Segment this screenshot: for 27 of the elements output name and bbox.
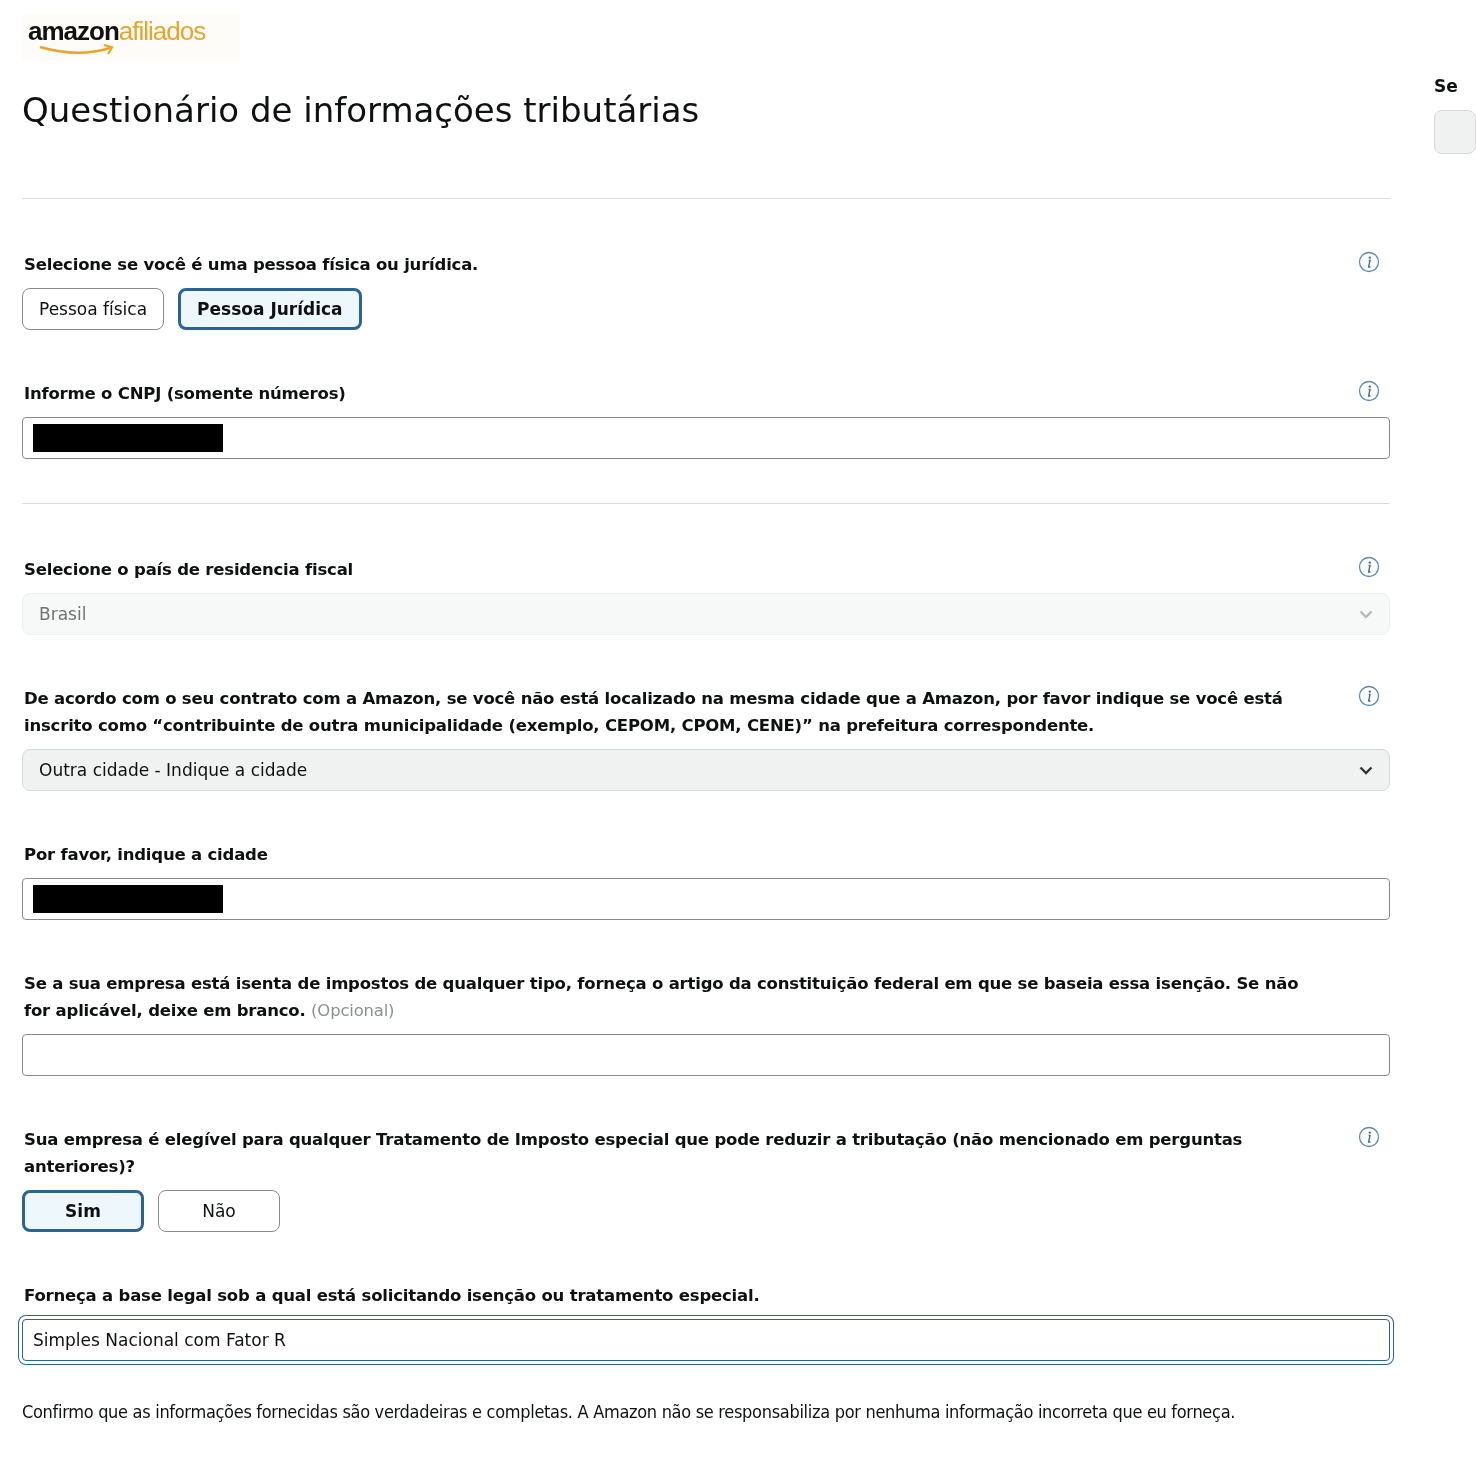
question-label: Informe o CNPJ (somente números) xyxy=(24,383,346,405)
confirmation-text: Confirmo que as informações fornecidas são verdadeiras e completas. A Amazon não se responsabiliza por nenhuma informação incorreta que eu forneça. xyxy=(22,1401,1237,1422)
side-field[interactable] xyxy=(1434,110,1476,154)
info-icon[interactable] xyxy=(1358,1126,1380,1148)
input-field[interactable] xyxy=(22,417,1390,459)
logo: amazonafiliados xyxy=(22,14,240,60)
input-field[interactable] xyxy=(22,1034,1390,1076)
question-label: Selecione o país de residencia fiscal xyxy=(24,559,354,581)
option-button[interactable]: Não xyxy=(158,1190,280,1232)
question-label: Selecione se você é uma pessoa física ou jurídica. xyxy=(24,254,479,276)
question-label: Forneça a base legal sob a qual está solicitando isenção ou tratamento especial. xyxy=(24,1285,760,1307)
question-label: Se a sua empresa está isenta de impostos de qualquer tipo, forneça o artigo da constituição federal em que se baseia essa isenção. Se não for aplicável, deixe em branco. (Opcional) xyxy=(24,973,1300,1022)
chevron-down-icon xyxy=(1359,765,1373,775)
option-button[interactable]: Pessoa física xyxy=(22,288,165,330)
info-icon[interactable] xyxy=(1358,380,1380,402)
dropdown[interactable]: Outra cidade - Indique a cidade xyxy=(22,749,1390,791)
input-field[interactable] xyxy=(22,878,1390,920)
option-button[interactable]: Sim xyxy=(22,1190,144,1232)
question-label: Sua empresa é elegível para qualquer Tratamento de Imposto especial que pode reduzir a tributação (não mencionado em perguntas anteriores)? xyxy=(24,1129,1244,1178)
chevron-down-icon xyxy=(1359,609,1373,619)
info-icon[interactable] xyxy=(1358,685,1380,707)
page-title: Questionário de informações tributárias xyxy=(22,90,701,130)
question-label: De acordo com o seu contrato com a Amazon, se você não está localizado na mesma cidade que a Amazon, por favor indique se você está inscrito como “contribuinte de outra municipalidade (exemplo, CEPOM, CPOM, CENE)” na prefeitura correspondente. xyxy=(24,688,1284,737)
option-button[interactable]: Pessoa Jurídica xyxy=(178,288,362,330)
question-label: Por favor, indique a cidade xyxy=(24,844,268,866)
side-label: Se xyxy=(1434,76,1459,96)
info-icon[interactable] xyxy=(1358,251,1380,273)
